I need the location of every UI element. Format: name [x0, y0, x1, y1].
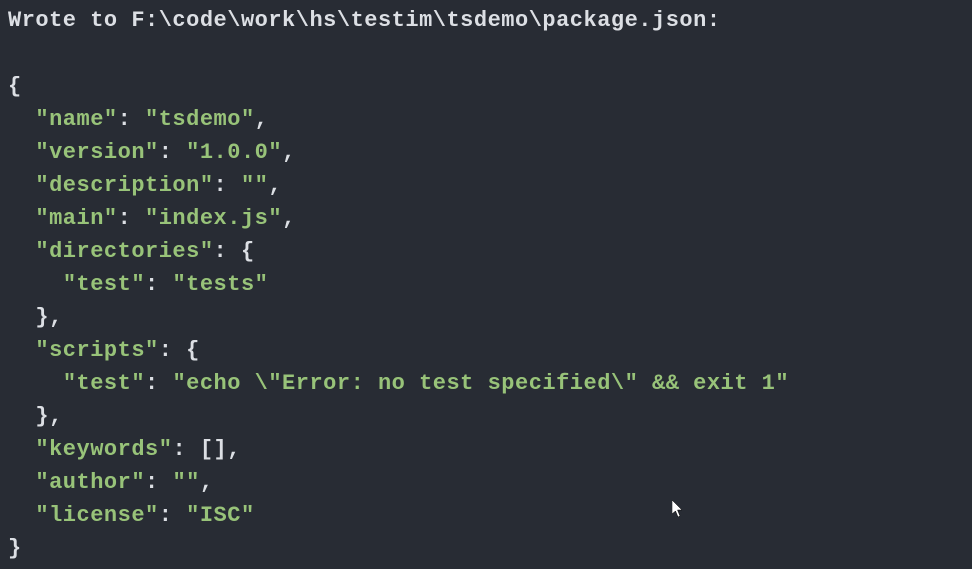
json-key-version: "version"	[35, 140, 158, 165]
json-key-keywords: "keywords"	[35, 437, 172, 462]
colon: :	[159, 503, 186, 528]
json-key-name: "name"	[35, 107, 117, 132]
indent	[8, 140, 35, 165]
colon: :	[214, 239, 241, 264]
close-brace-comma: },	[35, 404, 62, 429]
indent	[8, 206, 35, 231]
colon: :	[145, 272, 172, 297]
indent	[8, 173, 35, 198]
wrote-to-prefix: Wrote to	[8, 8, 131, 33]
indent	[8, 437, 35, 462]
comma: ,	[268, 173, 282, 198]
wrote-to-line: Wrote to F:\code\work\hs\testim\tsdemo\p…	[8, 8, 721, 33]
json-key-description: "description"	[35, 173, 213, 198]
json-open-brace: {	[8, 74, 22, 99]
json-key-scripts: "scripts"	[35, 338, 158, 363]
indent	[8, 305, 35, 330]
json-value-author: ""	[172, 470, 199, 495]
colon: :	[159, 338, 186, 363]
json-value-dir-test: "tests"	[172, 272, 268, 297]
colon: :	[214, 173, 241, 198]
terminal-output[interactable]: Wrote to F:\code\work\hs\testim\tsdemo\p…	[8, 4, 964, 565]
file-path: F:\code\work\hs\testim\tsdemo\package.js…	[131, 8, 707, 33]
comma: ,	[255, 107, 269, 132]
colon: :	[118, 107, 145, 132]
colon: :	[145, 371, 172, 396]
open-brace: {	[186, 338, 200, 363]
colon: :	[145, 470, 172, 495]
indent	[8, 239, 35, 264]
json-value-license: "ISC"	[186, 503, 255, 528]
json-key-scripts-test: "test"	[63, 371, 145, 396]
indent	[8, 470, 35, 495]
json-key-main: "main"	[35, 206, 117, 231]
json-value-scripts-test: "echo \"Error: no test specified\" && ex…	[172, 371, 789, 396]
comma: ,	[200, 470, 214, 495]
indent	[8, 338, 35, 363]
json-key-directories: "directories"	[35, 239, 213, 264]
json-value-keywords: []	[200, 437, 227, 462]
json-value-description: ""	[241, 173, 268, 198]
colon: :	[118, 206, 145, 231]
comma: ,	[282, 140, 296, 165]
indent	[8, 107, 35, 132]
colon: :	[172, 437, 199, 462]
json-key-dir-test: "test"	[63, 272, 145, 297]
json-key-license: "license"	[35, 503, 158, 528]
json-value-version: "1.0.0"	[186, 140, 282, 165]
json-key-author: "author"	[35, 470, 145, 495]
colon: :	[159, 140, 186, 165]
json-value-name: "tsdemo"	[145, 107, 255, 132]
comma: ,	[227, 437, 241, 462]
indent	[8, 404, 35, 429]
indent	[8, 272, 63, 297]
open-brace: {	[241, 239, 255, 264]
close-brace-comma: },	[35, 305, 62, 330]
comma: ,	[282, 206, 296, 231]
indent	[8, 371, 63, 396]
indent	[8, 503, 35, 528]
json-value-main: "index.js"	[145, 206, 282, 231]
json-close-brace: }	[8, 536, 22, 561]
header-colon: :	[707, 8, 721, 33]
